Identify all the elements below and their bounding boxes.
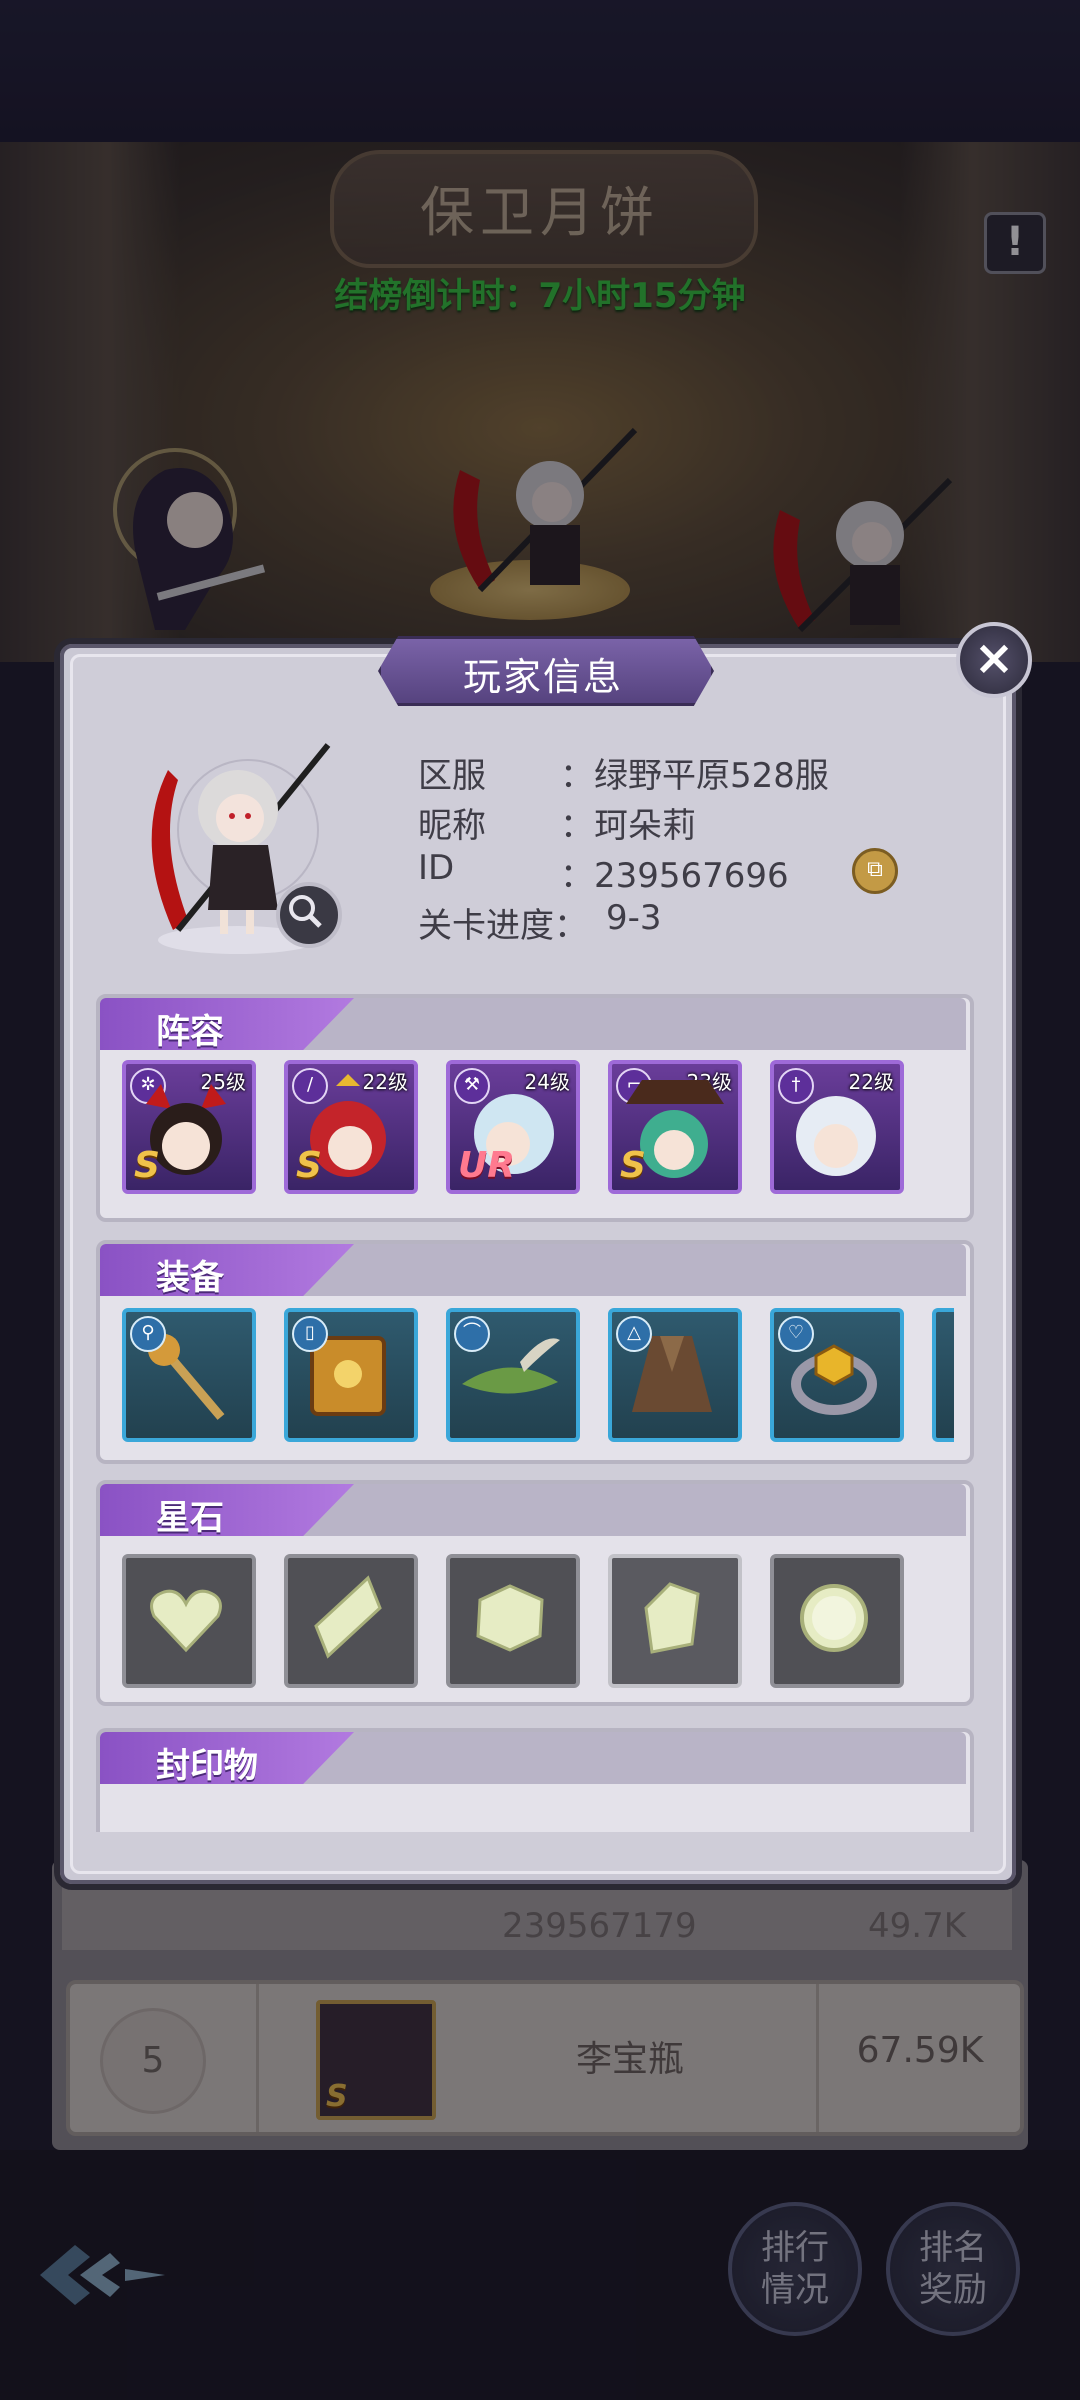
lineup-title: 阵容 [156, 1012, 224, 1052]
heart-gem-icon [150, 1589, 222, 1653]
lineup-hero-4[interactable]: ⌐ 23级 S [608, 1060, 742, 1194]
equipment-slot-5[interactable]: ♡ [770, 1308, 904, 1442]
stage-label: 关卡进度： [418, 906, 588, 946]
copy-id-icon[interactable]: ⧉ [852, 848, 898, 894]
hero-grade: S [620, 1145, 646, 1186]
lineup-hero-2[interactable]: / 22级 S [284, 1060, 418, 1194]
lineup-hero-3[interactable]: ⚒ 24级 UR [446, 1060, 580, 1194]
stage-value: 9-3 [606, 898, 662, 938]
round-gem-icon [800, 1584, 868, 1652]
book-type-icon: ▯ [292, 1316, 328, 1352]
magnifier-glyph [289, 895, 322, 928]
equipment-title: 装备 [156, 1258, 224, 1298]
id-value: ：239567696 [560, 856, 789, 896]
hero-portrait-5 [796, 1096, 876, 1176]
accessory-type-icon: ♡ [778, 1316, 814, 1352]
id-label: ID [418, 848, 455, 888]
nickname-value: ：珂朵莉 [560, 806, 696, 846]
weapon-type-icon: ⚲ [130, 1316, 166, 1352]
seals-title: 封印物 [156, 1746, 258, 1786]
hero-grade: S [296, 1145, 322, 1186]
equipment-slot-6-partial[interactable] [932, 1308, 954, 1442]
shard-gem-icon [644, 1582, 700, 1654]
lineup-hero-1[interactable]: ✲ 25级 S [122, 1060, 256, 1194]
hero-grade: S [134, 1145, 160, 1186]
seal-section: 封印物 [96, 1728, 974, 1832]
equipment-slot-2[interactable]: ▯ [284, 1308, 418, 1442]
star-stones-title: 星石 [156, 1498, 224, 1538]
star-stone-slot-1[interactable] [122, 1554, 256, 1688]
star-stone-slot-5[interactable] [770, 1554, 904, 1688]
server-label: 区服 [418, 756, 486, 796]
lineup-hero-5[interactable]: † 22级 [770, 1060, 904, 1194]
close-icon[interactable]: × [956, 622, 1032, 698]
magnifier-icon[interactable] [276, 882, 342, 948]
diamond-gem-icon [314, 1575, 382, 1659]
nickname-label: 昵称 [418, 806, 486, 846]
equipment-slot-3[interactable]: ⌒ [446, 1308, 580, 1442]
armor-type-icon: △ [616, 1316, 652, 1352]
hero-grade: UR [458, 1145, 515, 1186]
hat-type-icon: ⌒ [454, 1316, 490, 1352]
equipment-slot-1[interactable]: ⚲ [122, 1308, 256, 1442]
star-stone-slot-3[interactable] [446, 1554, 580, 1688]
star-stone-slot-4[interactable] [608, 1554, 742, 1688]
modal-title: 玩家信息 [462, 655, 623, 699]
hexagon-gem-icon [476, 1584, 544, 1652]
server-value: ：绿野平原528服 [560, 756, 829, 796]
equipment-slot-4[interactable]: △ [608, 1308, 742, 1442]
star-stone-slot-2[interactable] [284, 1554, 418, 1688]
